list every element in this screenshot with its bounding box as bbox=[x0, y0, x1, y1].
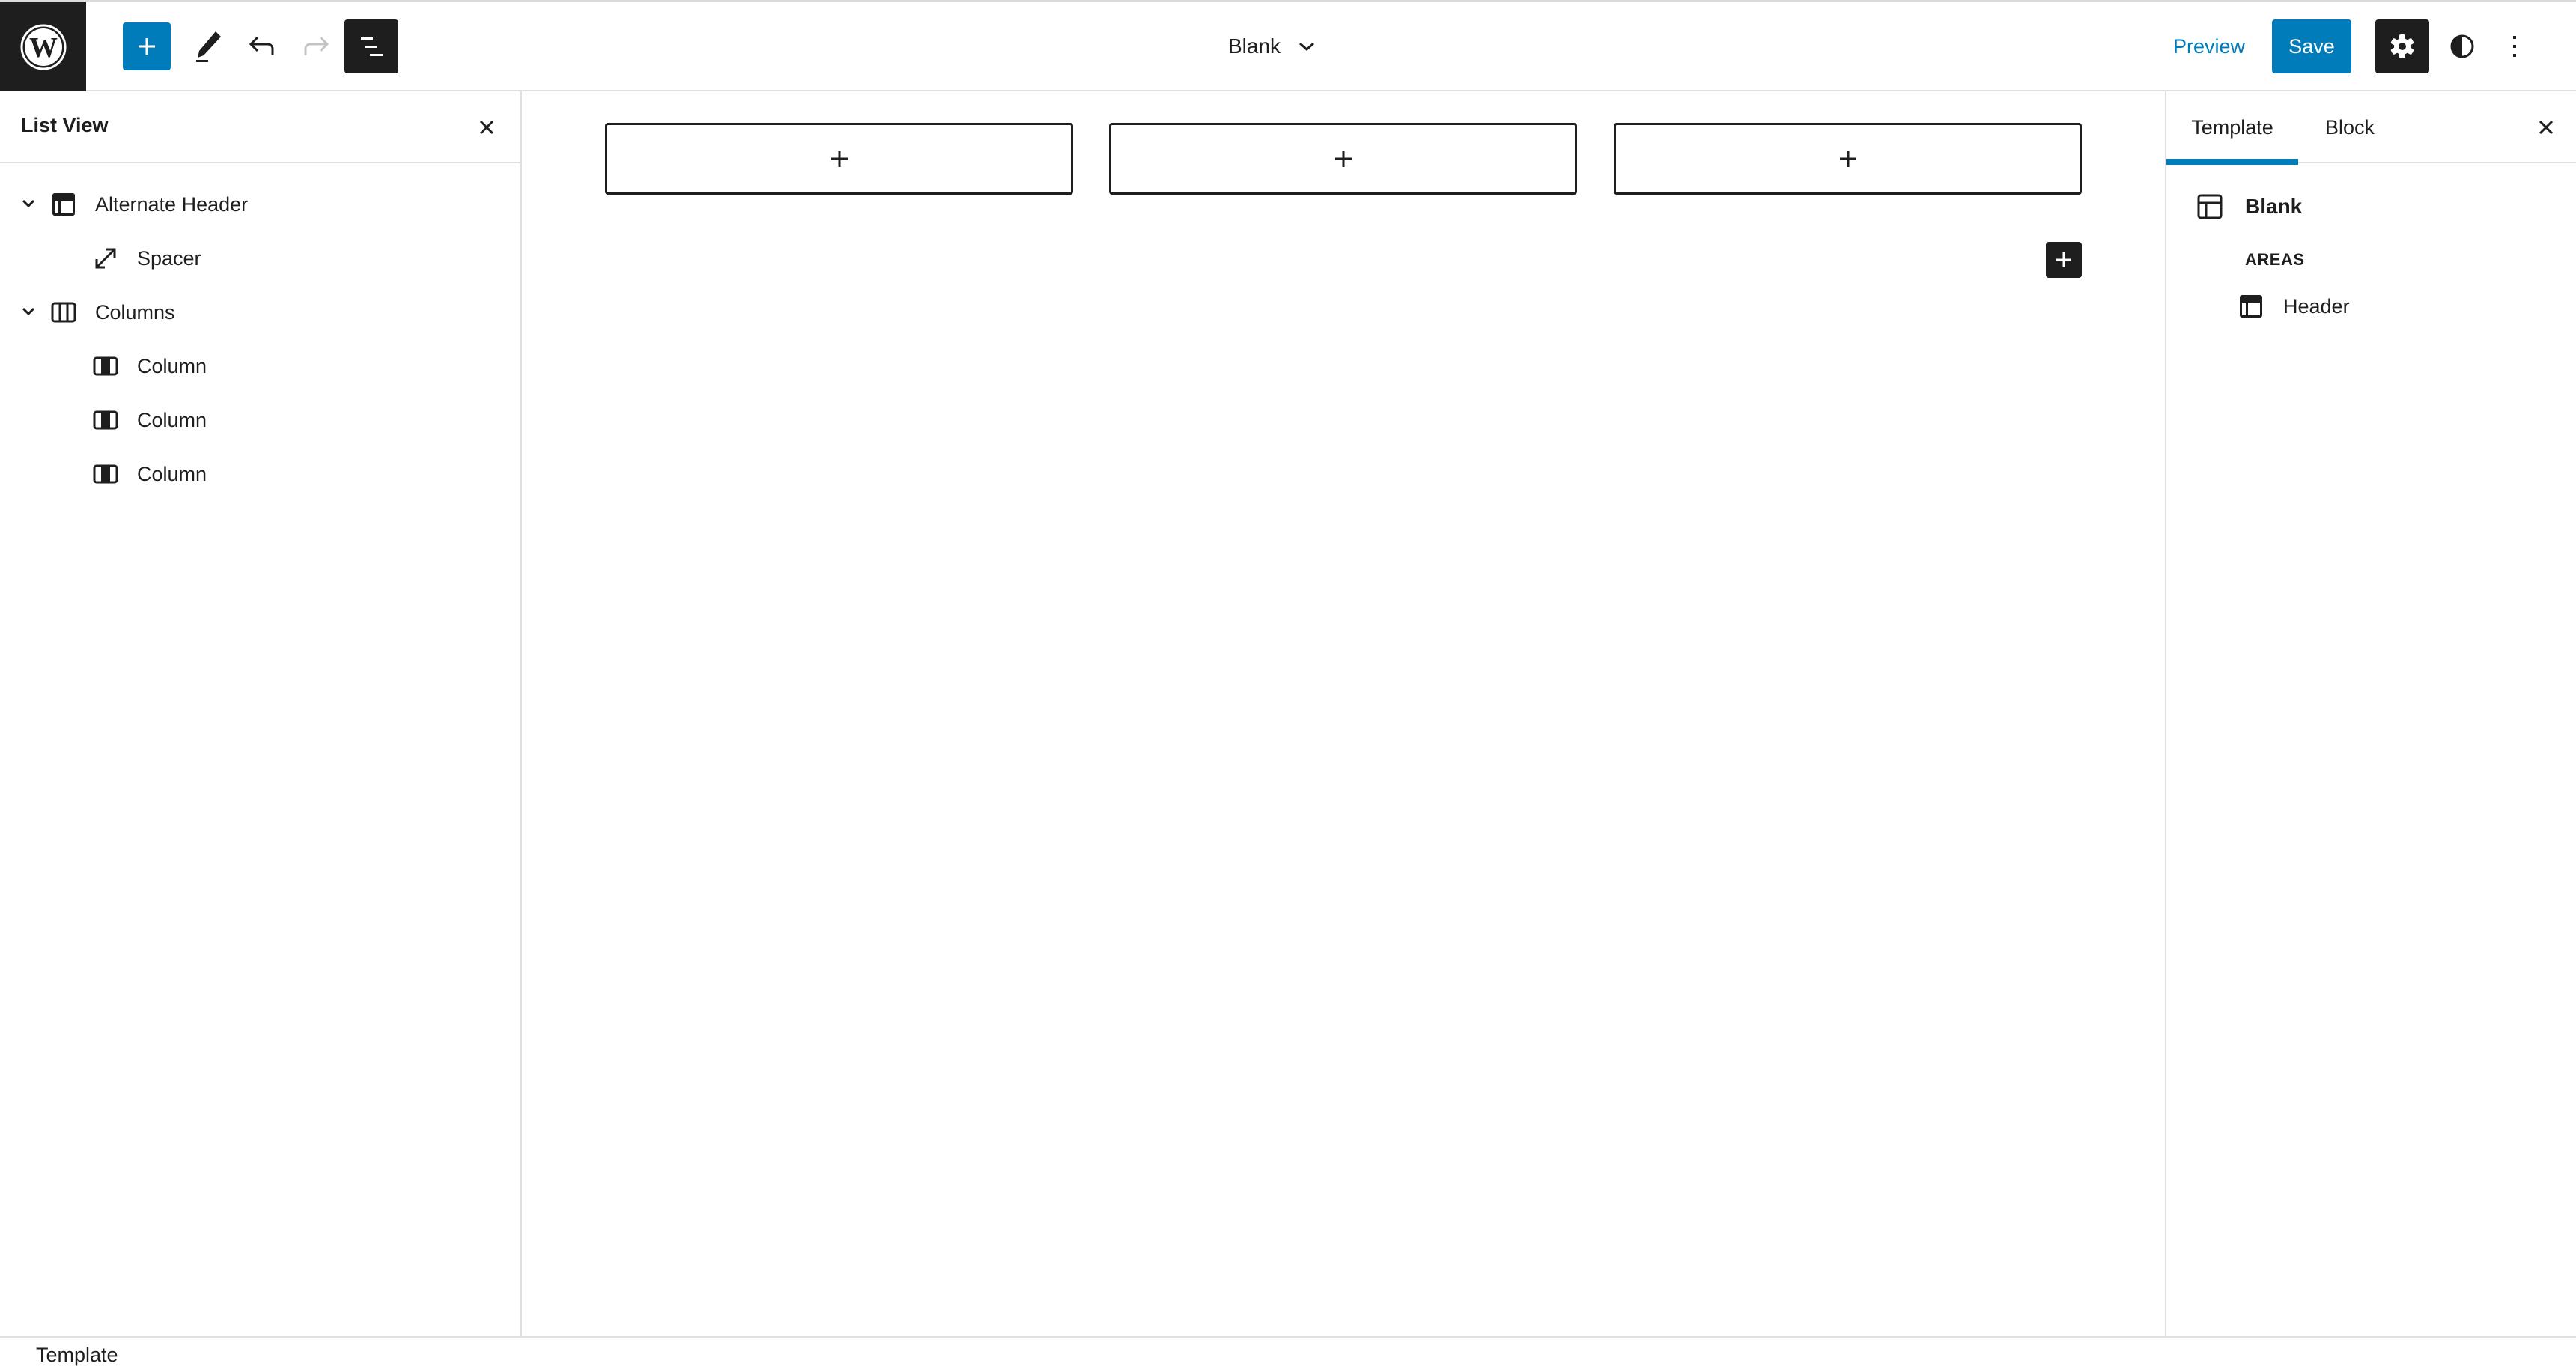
list-item-label: Spacer bbox=[137, 247, 201, 270]
block-breadcrumb-bar: Template bbox=[0, 1336, 2576, 1369]
styles-button[interactable] bbox=[2438, 19, 2486, 73]
plus-icon bbox=[139, 38, 155, 55]
list-view-toggle-button[interactable] bbox=[344, 19, 398, 73]
list-item-label: Columns bbox=[95, 301, 175, 324]
template-icon-wrap bbox=[2196, 193, 2223, 220]
list-item-column[interactable]: Column bbox=[0, 392, 520, 446]
list-item-alternate-header[interactable]: Alternate Header bbox=[0, 177, 520, 231]
wordpress-logo-button[interactable]: W bbox=[0, 2, 86, 92]
document-title: Blank bbox=[1228, 34, 1281, 58]
list-item-column[interactable]: Column bbox=[0, 446, 520, 500]
redo-icon bbox=[304, 36, 329, 55]
list-view-tree: Alternate Header Spacer Columns Column C… bbox=[0, 177, 520, 500]
template-name: Blank bbox=[2245, 195, 2303, 218]
svg-text:W: W bbox=[29, 32, 58, 64]
gear-icon bbox=[2390, 34, 2414, 58]
list-item-label: Column bbox=[137, 463, 207, 485]
list-view-header: List View bbox=[0, 91, 520, 163]
column-block-2[interactable] bbox=[1109, 123, 1577, 195]
list-view-close-button[interactable] bbox=[472, 112, 502, 142]
breadcrumb-template[interactable]: Template bbox=[36, 1344, 118, 1367]
list-item-label: Column bbox=[137, 409, 207, 431]
close-icon bbox=[479, 120, 494, 135]
settings-sidebar: Template Block Blank AREAS Header bbox=[2165, 91, 2576, 1336]
redo-button[interactable] bbox=[295, 22, 337, 70]
chevron-down-icon bbox=[22, 307, 35, 316]
chevron-down-icon bbox=[1299, 42, 1315, 52]
list-item-columns[interactable]: Columns bbox=[0, 285, 520, 339]
settings-button[interactable] bbox=[2375, 19, 2429, 73]
column-icon bbox=[93, 407, 118, 433]
add-block-button[interactable] bbox=[123, 22, 171, 70]
preview-button[interactable]: Preview bbox=[2164, 19, 2254, 73]
list-item-column[interactable]: Column bbox=[0, 339, 520, 392]
tab-block[interactable]: Block bbox=[2321, 91, 2379, 163]
kebab-vertical-icon bbox=[2513, 36, 2516, 57]
settings-close-button[interactable] bbox=[2533, 114, 2560, 141]
undo-button[interactable] bbox=[241, 22, 283, 70]
list-view-title: List View bbox=[21, 114, 109, 136]
template-part-header-icon bbox=[2240, 295, 2262, 318]
list-view-icon bbox=[361, 37, 383, 56]
chevron-down-icon bbox=[22, 199, 35, 208]
contrast-icon bbox=[2450, 34, 2474, 58]
plus-icon bbox=[830, 151, 848, 167]
editor-canvas[interactable] bbox=[523, 91, 2165, 1336]
editor-header: W Blank Preview Save bbox=[0, 2, 2576, 92]
save-button[interactable]: Save bbox=[2272, 19, 2351, 73]
undo-icon bbox=[249, 36, 274, 55]
area-item-header[interactable]: Header bbox=[2238, 288, 2350, 325]
column-block-3[interactable] bbox=[1614, 123, 2082, 195]
options-menu-button[interactable] bbox=[2494, 19, 2536, 73]
pencil-icon bbox=[196, 31, 221, 62]
plus-icon bbox=[2056, 252, 2071, 267]
plus-icon bbox=[1839, 151, 1856, 167]
template-part-header-icon bbox=[51, 192, 76, 217]
list-item-spacer[interactable]: Spacer bbox=[0, 231, 520, 285]
tab-template[interactable]: Template bbox=[2166, 91, 2298, 165]
columns-icon bbox=[51, 300, 76, 325]
block-appender-button[interactable] bbox=[2046, 242, 2082, 278]
list-item-label: Column bbox=[137, 355, 207, 377]
layout-icon bbox=[2197, 194, 2223, 219]
column-icon bbox=[93, 353, 118, 379]
expand-toggle[interactable] bbox=[18, 301, 39, 322]
areas-heading: AREAS bbox=[2245, 250, 2305, 269]
resize-arrows-icon bbox=[93, 246, 118, 271]
sidebar-tabs: Template Block bbox=[2166, 91, 2576, 165]
close-icon bbox=[2539, 120, 2554, 135]
wordpress-logo-icon: W bbox=[20, 24, 66, 70]
list-view-panel: List View Alternate Header Spacer Column… bbox=[0, 91, 522, 1336]
list-item-label: Alternate Header bbox=[95, 193, 249, 216]
column-block-1[interactable] bbox=[605, 123, 1073, 195]
plus-icon bbox=[1334, 151, 1352, 167]
tools-button[interactable] bbox=[187, 22, 229, 70]
document-title-dropdown[interactable]: Blank bbox=[1228, 19, 1316, 73]
area-item-label: Header bbox=[2283, 294, 2350, 318]
column-icon bbox=[93, 461, 118, 487]
expand-toggle[interactable] bbox=[18, 193, 39, 214]
